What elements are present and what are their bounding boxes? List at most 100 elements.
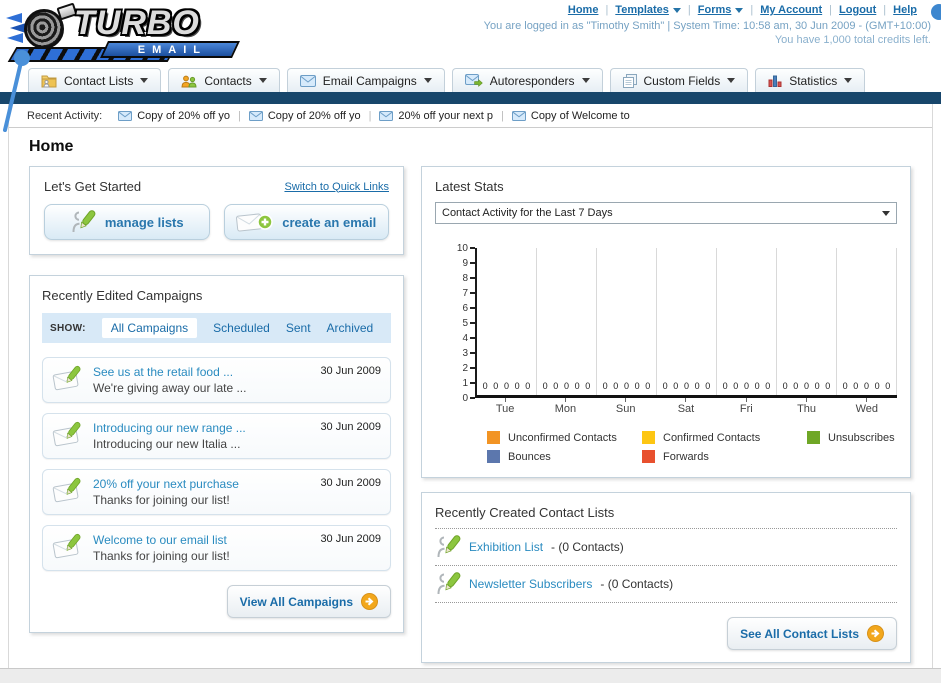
recent-activity-item[interactable]: Copy of Welcome to <box>511 110 630 122</box>
y-tick-text: 8 <box>462 272 468 284</box>
contact-list-link[interactable]: Exhibition List <box>469 540 543 554</box>
nav-link-logout[interactable]: Logout <box>839 4 876 16</box>
login-status: You are logged in as "Timothy Smith" | S… <box>483 20 931 32</box>
x-tick-label: Mon <box>535 398 595 415</box>
latest-stats-panel: Latest Stats Contact Activity for the La… <box>421 166 911 478</box>
envelope-pencil-icon <box>52 421 84 451</box>
chart-value-labels: 00000 <box>477 381 536 391</box>
chart-y-axis: 10 9 8 7 6 5 4 3 2 1 0 <box>435 243 475 404</box>
envelope-small-icon <box>248 110 263 121</box>
envelope-small-icon <box>379 110 394 121</box>
caret-down-icon <box>844 78 853 83</box>
campaign-title-link[interactable]: Welcome to our email list <box>93 533 311 547</box>
chart-value-label: 0 <box>662 381 668 391</box>
contact-list-rows: Exhibition List - (0 Contacts) Newsletter… <box>435 528 897 603</box>
x-tick-mark <box>866 398 868 402</box>
chart-legend: Unconfirmed Contacts Confirmed Contacts Un… <box>487 431 897 463</box>
campaign-filter-bar: SHOW: All Campaigns Scheduled Sent Archived <box>42 313 391 343</box>
legend-item-bounces: Bounces <box>487 450 642 463</box>
filter-sent[interactable]: Sent <box>286 321 311 335</box>
chart-value-label: 0 <box>563 381 569 391</box>
caret-down-icon <box>258 78 267 83</box>
campaign-title-link[interactable]: Introducing our new range ... <box>93 421 311 435</box>
contact-list-count: - (0 Contacts) <box>600 577 674 591</box>
tab-email-campaigns[interactable]: Email Campaigns <box>286 68 445 92</box>
legend-item-unsubscribes: Unsubscribes <box>807 431 932 444</box>
nav-link-my-account[interactable]: My Account <box>760 4 822 16</box>
nav-link-home[interactable]: Home <box>568 4 599 16</box>
recent-activity-bar: Recent Activity: Copy of 20% off yo | Copy… <box>9 104 932 128</box>
stats-period-select[interactable]: Contact Activity for the Last 7 Days <box>435 202 897 224</box>
nav-link-forms[interactable]: Forms <box>698 4 744 16</box>
filter-scheduled[interactable]: Scheduled <box>213 321 270 335</box>
y-tick-text: 9 <box>462 257 468 269</box>
caret-down-icon <box>727 78 736 83</box>
chart-value-label: 0 <box>765 381 771 391</box>
switch-quick-links-link[interactable]: Switch to Quick Links <box>284 181 389 193</box>
get-started-title: Let's Get Started <box>44 179 142 194</box>
nav-separator: | <box>750 4 754 16</box>
view-all-campaigns-button[interactable]: View All Campaigns <box>226 585 391 618</box>
tab-label: Autoresponders <box>489 73 575 88</box>
nav-link-templates[interactable]: Templates <box>615 4 681 16</box>
chart-value-label: 0 <box>885 381 891 391</box>
chart-value-label: 0 <box>645 381 651 391</box>
campaign-text: Welcome to our email list Thanks for join… <box>93 533 311 563</box>
chart-value-labels: 00000 <box>537 381 596 391</box>
chart-value-label: 0 <box>793 381 799 391</box>
chart-value-label: 0 <box>705 381 711 391</box>
legend-label: Confirmed Contacts <box>663 431 761 444</box>
y-tick-label: 5 <box>462 318 475 329</box>
x-tick-label: Tue <box>475 398 535 415</box>
campaign-title-link[interactable]: 20% off your next purchase <box>93 477 311 491</box>
chart-value-label: 0 <box>722 381 728 391</box>
contact-list-link[interactable]: Newsletter Subscribers <box>469 577 592 591</box>
filter-all-campaigns[interactable]: All Campaigns <box>101 318 198 338</box>
envelope-plus-icon <box>236 210 274 234</box>
contact-activity-chart: 10 9 8 7 6 5 4 3 2 1 0 000000000000000000000000000… <box>435 243 897 404</box>
recent-campaigns-panel: Recently Edited Campaigns SHOW: All Camp… <box>29 275 404 633</box>
get-started-panel: Let's Get Started Switch to Quick Links … <box>29 166 404 255</box>
recent-activity-item[interactable]: Copy of 20% off yo <box>248 109 361 122</box>
chart-group: 00000 <box>477 248 537 395</box>
chart-group: 00000 <box>537 248 597 395</box>
recent-activity-text: 20% off your next p <box>398 109 494 122</box>
recent-activity-text: Copy of 20% off yo <box>137 109 230 122</box>
nav-separator: | <box>687 4 691 16</box>
tab-contact-lists[interactable]: Contact Lists <box>28 68 162 92</box>
campaign-text: See us at the retail food ... We're givin… <box>93 365 311 395</box>
create-email-button[interactable]: create an email <box>223 204 389 240</box>
chart-value-label: 0 <box>525 381 531 391</box>
caret-down-icon <box>672 7 681 13</box>
tab-label: Contact Lists <box>64 73 134 88</box>
campaign-row: See us at the retail food ... We're givin… <box>42 357 391 403</box>
stats-period-value: Contact Activity for the Last 7 Days <box>442 207 613 219</box>
legend-swatch <box>642 431 655 444</box>
y-tick-text: 10 <box>456 242 468 254</box>
nav-link-help[interactable]: Help <box>893 4 917 16</box>
recent-activity-item[interactable]: 20% off your next p <box>379 110 493 122</box>
y-tick-label: 3 <box>462 348 475 359</box>
recent-activity-text: Copy of 20% off yo <box>267 109 361 122</box>
flame-icon <box>6 13 22 23</box>
chart-value-label: 0 <box>874 381 880 391</box>
see-all-contact-lists-button[interactable]: See All Contact Lists <box>727 617 897 650</box>
tab-autoresponders[interactable]: Autoresponders <box>451 68 603 92</box>
tab-contacts[interactable]: Contacts <box>168 68 280 92</box>
y-tick-label: 4 <box>462 333 475 344</box>
contact-list-row: Exhibition List - (0 Contacts) <box>435 528 897 565</box>
filter-archived[interactable]: Archived <box>327 321 374 335</box>
chart-plot-area: 00000000000000000000000000000000000 <box>475 248 897 398</box>
recent-activity-separator: | <box>501 109 504 122</box>
tab-statistics[interactable]: Statistics <box>755 68 866 92</box>
x-tick-text: Thu <box>797 403 817 415</box>
manage-lists-button[interactable]: manage lists <box>44 204 210 240</box>
recent-activity-item[interactable]: Copy of 20% off yo <box>118 110 230 122</box>
contact-list-row: Newsletter Subscribers - (0 Contacts) <box>435 565 897 602</box>
latest-stats-title: Latest Stats <box>435 179 504 194</box>
tab-custom-fields[interactable]: Custom Fields <box>609 68 749 92</box>
campaign-title-link[interactable]: See us at the retail food ... <box>93 365 311 379</box>
legend-item-confirmed-contacts: Confirmed Contacts <box>642 431 807 444</box>
nav-link-label: Templates <box>615 4 669 16</box>
tab-label: Custom Fields <box>643 73 721 88</box>
